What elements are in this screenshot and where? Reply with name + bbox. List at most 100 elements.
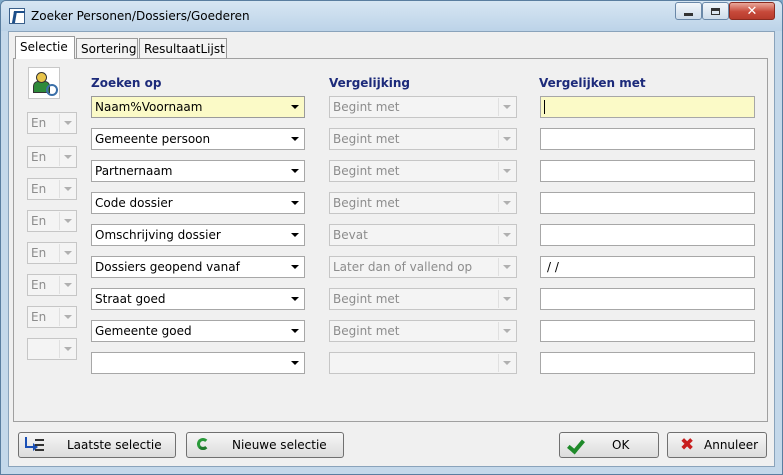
chevron-down-icon[interactable] (287, 258, 303, 276)
cancel-x-icon: ✖ (680, 435, 695, 455)
field-select-3[interactable]: Partnernaam (91, 160, 305, 182)
chevron-down-icon[interactable] (498, 258, 515, 276)
app-icon[interactable] (9, 8, 25, 24)
title-bar[interactable]: Zoeker Personen/Dossiers/Goederen ✕ (1, 1, 782, 31)
refresh-icon (195, 437, 213, 453)
comparison-value: Begint met (333, 164, 400, 178)
chevron-down-icon[interactable] (59, 244, 75, 262)
chevron-down-icon[interactable] (59, 114, 75, 132)
comparison-value: Begint met (333, 196, 400, 210)
chevron-down-icon[interactable] (287, 354, 303, 372)
new-selection-label: Nieuwe selectie (232, 438, 327, 452)
chevron-down-icon[interactable] (498, 162, 515, 180)
ok-button[interactable]: OK (559, 432, 659, 458)
chevron-down-icon[interactable] (287, 322, 303, 340)
tab-sortering-label: Sortering (81, 42, 137, 56)
chevron-down-icon[interactable] (498, 98, 515, 116)
text-caret (544, 100, 545, 114)
compare-value-input-1[interactable] (540, 96, 755, 118)
chevron-down-icon[interactable] (287, 290, 303, 308)
comparison-select-8[interactable]: Begint met (329, 320, 517, 342)
compare-value-input-2[interactable] (540, 128, 755, 150)
compare-value-input-8[interactable] (540, 320, 755, 342)
maximize-button[interactable] (702, 2, 729, 20)
new-selection-button[interactable]: Nieuwe selectie (186, 432, 344, 458)
field-select-2[interactable]: Gemeente persoon (91, 128, 305, 150)
field-select-8[interactable]: Gemeente goed (91, 320, 305, 342)
field-select-6[interactable]: Dossiers geopend vanaf (91, 256, 305, 278)
compare-value-input-5[interactable] (540, 224, 755, 246)
conjunction-value: En (31, 278, 47, 292)
chevron-down-icon[interactable] (498, 290, 515, 308)
comparison-select-3[interactable]: Begint met (329, 160, 517, 182)
chevron-down-icon[interactable] (498, 226, 515, 244)
conjunction-select-2[interactable]: En (27, 112, 77, 134)
cancel-label: Annuleer (704, 438, 759, 452)
chevron-down-icon[interactable] (498, 130, 515, 148)
comparison-value: Begint met (333, 324, 400, 338)
chevron-down-icon[interactable] (287, 162, 303, 180)
chevron-down-icon[interactable] (498, 322, 515, 340)
last-selection-label: Laatste selectie (67, 438, 162, 452)
comparison-value: Later dan of vallend op (333, 260, 473, 274)
chevron-down-icon[interactable] (287, 130, 303, 148)
chevron-down-icon[interactable] (59, 308, 75, 326)
minimize-icon (676, 3, 701, 19)
comparison-select-1[interactable]: Begint met (329, 96, 517, 118)
close-button[interactable]: ✕ (729, 2, 775, 20)
dialog-client-area: Selectie Sortering ResultaatLijst Zoeken… (8, 31, 775, 467)
compare-value-input-3[interactable] (540, 160, 755, 182)
search-dialog-window: Zoeker Personen/Dossiers/Goederen ✕ Sele… (0, 0, 783, 475)
person-search-icon[interactable] (28, 67, 60, 99)
comparison-select-9[interactable] (329, 352, 517, 374)
conjunction-select-9[interactable] (27, 338, 77, 360)
conjunction-value: En (31, 246, 47, 260)
chevron-down-icon[interactable] (59, 148, 75, 166)
chevron-down-icon[interactable] (498, 354, 515, 372)
conjunction-select-8[interactable]: En (27, 306, 77, 328)
field-select-4[interactable]: Code dossier (91, 192, 305, 214)
list-select-icon (25, 437, 44, 453)
field-value: Gemeente goed (95, 324, 192, 338)
comparison-value: Bevat (333, 228, 368, 242)
field-select-7[interactable]: Straat goed (91, 288, 305, 310)
comparison-select-6[interactable]: Later dan of vallend op (329, 256, 517, 278)
chevron-down-icon[interactable] (59, 212, 75, 230)
chevron-down-icon[interactable] (287, 194, 303, 212)
comparison-select-5[interactable]: Bevat (329, 224, 517, 246)
checkmark-icon (567, 435, 586, 455)
conjunction-select-5[interactable]: En (27, 210, 77, 232)
minimize-button[interactable] (675, 2, 702, 20)
field-value: Code dossier (95, 196, 173, 210)
comparison-select-7[interactable]: Begint met (329, 288, 517, 310)
field-select-9[interactable] (91, 352, 305, 374)
tab-selectie[interactable]: Selectie (15, 36, 75, 59)
field-select-1[interactable]: Naam%Voornaam (91, 96, 305, 118)
conjunction-select-4[interactable]: En (27, 178, 77, 200)
tab-resultaatlijst-label: ResultaatLijst (144, 42, 225, 56)
input-value: / / (547, 260, 559, 274)
conjunction-select-6[interactable]: En (27, 242, 77, 264)
field-value: Partnernaam (95, 164, 173, 178)
compare-value-input-6[interactable]: / / (540, 256, 755, 278)
chevron-down-icon[interactable] (287, 226, 303, 244)
tab-resultaatlijst[interactable]: ResultaatLijst (139, 38, 227, 58)
compare-value-input-7[interactable] (540, 288, 755, 310)
chevron-down-icon[interactable] (498, 194, 515, 212)
field-value: Gemeente persoon (95, 132, 211, 146)
chevron-down-icon[interactable] (59, 276, 75, 294)
conjunction-select-7[interactable]: En (27, 274, 77, 296)
comparison-select-2[interactable]: Begint met (329, 128, 517, 150)
chevron-down-icon[interactable] (59, 180, 75, 198)
field-select-5[interactable]: Omschrijving dossier (91, 224, 305, 246)
compare-value-input-4[interactable] (540, 192, 755, 214)
last-selection-button[interactable]: Laatste selectie (18, 432, 176, 458)
tab-sortering[interactable]: Sortering (76, 38, 138, 58)
conjunction-select-3[interactable]: En (27, 146, 77, 168)
chevron-down-icon[interactable] (59, 340, 75, 358)
comparison-value: Begint met (333, 292, 400, 306)
cancel-button[interactable]: ✖ Annuleer (667, 432, 767, 458)
compare-value-input-9[interactable] (540, 352, 755, 374)
chevron-down-icon[interactable] (287, 98, 303, 116)
comparison-select-4[interactable]: Begint met (329, 192, 517, 214)
